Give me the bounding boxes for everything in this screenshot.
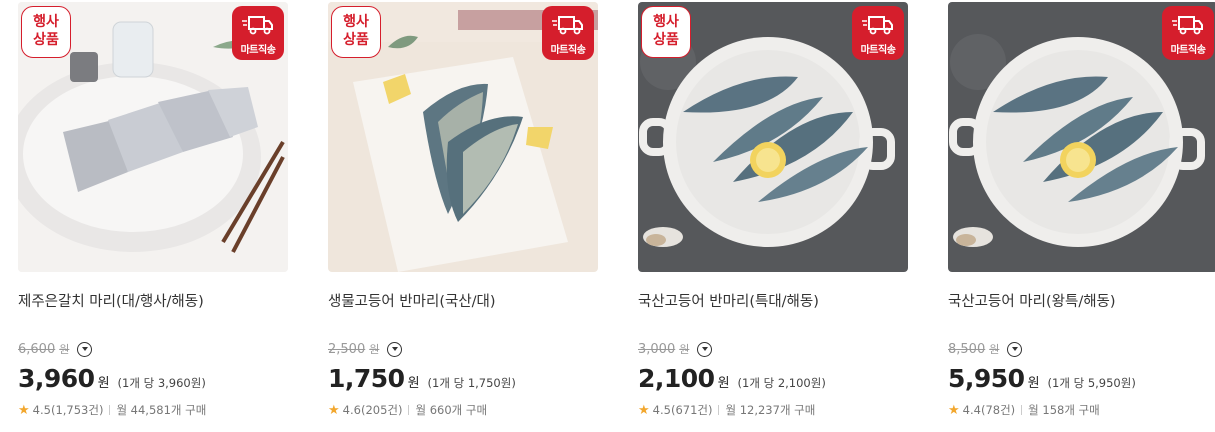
mart-delivery-label: 마트직송 xyxy=(860,45,896,56)
original-price-value: 3,000 xyxy=(638,341,676,357)
divider xyxy=(718,405,720,415)
sale-price-value: 5,950 xyxy=(948,364,1025,393)
product-card[interactable]: 행사 상품 마트직송 생물고등어 반마리(국산/대) 2,500 원 1,750 xyxy=(328,2,598,430)
original-price-value: 6,600 xyxy=(18,341,56,357)
sale-price: 5,950 원 (1개 당 5,950원) xyxy=(948,364,1136,393)
sale-price-value: 3,960 xyxy=(18,364,95,393)
unit-price: (1개 당 5,950원) xyxy=(1047,376,1136,390)
original-price: 3,000 원 xyxy=(638,339,713,359)
event-badge: 행사 상품 xyxy=(641,6,691,58)
product-image[interactable]: 행사 상품 마트직송 xyxy=(18,2,288,272)
monthly-purchases: 월 12,237개 구매 xyxy=(725,403,816,417)
product-card[interactable]: 마트직송 국산고등어 마리(왕특/해동) 8,500 원 5,950 원 (1개… xyxy=(948,2,1215,430)
event-badge: 행사 상품 xyxy=(21,6,71,58)
mart-delivery-badge: 마트직송 xyxy=(542,6,594,60)
review-count[interactable]: (671건) xyxy=(671,402,713,418)
chevron-down-icon[interactable] xyxy=(77,341,93,357)
original-price-unit: 원 xyxy=(679,343,690,356)
star-icon: ★ xyxy=(18,402,30,418)
chevron-down-icon[interactable] xyxy=(1007,341,1023,357)
product-image[interactable]: 행사 상품 마트직송 xyxy=(638,2,908,272)
divider xyxy=(1021,405,1023,415)
rating-value: 4.4 xyxy=(962,403,981,417)
unit-price: (1개 당 1,750원) xyxy=(427,376,516,390)
monthly-purchases: 월 44,581개 구매 xyxy=(116,403,207,417)
original-price-value: 8,500 xyxy=(948,341,986,357)
star-icon: ★ xyxy=(948,402,960,418)
sale-price-unit: 원 xyxy=(97,376,110,391)
original-price: 2,500 원 xyxy=(328,339,403,359)
sale-price: 2,100 원 (1개 당 2,100원) xyxy=(638,364,826,393)
unit-price: (1개 당 3,960원) xyxy=(117,376,206,390)
rating-row: ★ 4.6 (205건) 월 660개 구매 xyxy=(328,402,487,418)
mart-delivery-badge: 마트직송 xyxy=(852,6,904,60)
review-count[interactable]: (1,753건) xyxy=(51,402,103,418)
sale-price: 3,960 원 (1개 당 3,960원) xyxy=(18,364,206,393)
review-count[interactable]: (78건) xyxy=(981,402,1015,418)
rating-row: ★ 4.5 (671건) 월 12,237개 구매 xyxy=(638,402,815,418)
rating-row: ★ 4.4 (78건) 월 158개 구매 xyxy=(948,402,1100,418)
original-price: 8,500 원 xyxy=(948,339,1023,359)
sale-price-value: 1,750 xyxy=(328,364,405,393)
review-count[interactable]: (205건) xyxy=(361,402,403,418)
truck-icon xyxy=(862,16,893,35)
chevron-down-icon[interactable] xyxy=(697,341,713,357)
mart-delivery-label: 마트직송 xyxy=(550,45,586,56)
product-name[interactable]: 생물고등어 반마리(국산/대) xyxy=(328,290,496,311)
product-name[interactable]: 국산고등어 마리(왕특/해동) xyxy=(948,290,1116,311)
sale-price-value: 2,100 xyxy=(638,364,715,393)
rating-value: 4.5 xyxy=(32,403,51,417)
product-card[interactable]: 행사 상품 마트직송 제주은갈치 마리(대/행사/해동) 6,600 원 3,9… xyxy=(18,2,288,430)
original-price-unit: 원 xyxy=(989,343,1000,356)
rating-value: 4.6 xyxy=(342,403,361,417)
product-image[interactable]: 행사 상품 마트직송 xyxy=(328,2,598,272)
mart-delivery-badge: 마트직송 xyxy=(1162,6,1214,60)
truck-icon xyxy=(1172,16,1203,35)
sale-price: 1,750 원 (1개 당 1,750원) xyxy=(328,364,516,393)
original-price: 6,600 원 xyxy=(18,339,93,359)
star-icon: ★ xyxy=(328,402,340,418)
rating-value: 4.5 xyxy=(652,403,671,417)
truck-icon xyxy=(552,16,583,35)
mart-delivery-badge: 마트직송 xyxy=(232,6,284,60)
truck-icon xyxy=(242,16,273,35)
divider xyxy=(408,405,410,415)
star-icon: ★ xyxy=(638,402,650,418)
product-image[interactable]: 마트직송 xyxy=(948,2,1215,272)
product-grid: 행사 상품 마트직송 제주은갈치 마리(대/행사/해동) 6,600 원 3,9… xyxy=(0,0,1215,432)
sale-price-unit: 원 xyxy=(717,376,730,391)
rating-row: ★ 4.5 (1,753건) 월 44,581개 구매 xyxy=(18,402,206,418)
divider xyxy=(109,405,111,415)
product-card[interactable]: 행사 상품 마트직송 국산고등어 반마리(특대/해동) 3,000 원 2,10… xyxy=(638,2,908,430)
event-badge: 행사 상품 xyxy=(331,6,381,58)
sale-price-unit: 원 xyxy=(407,376,420,391)
unit-price: (1개 당 2,100원) xyxy=(737,376,826,390)
mart-delivery-label: 마트직송 xyxy=(240,45,276,56)
product-name[interactable]: 국산고등어 반마리(특대/해동) xyxy=(638,290,819,311)
original-price-value: 2,500 xyxy=(328,341,366,357)
product-name[interactable]: 제주은갈치 마리(대/행사/해동) xyxy=(18,290,204,311)
original-price-unit: 원 xyxy=(369,343,380,356)
mart-delivery-label: 마트직송 xyxy=(1170,45,1206,56)
sale-price-unit: 원 xyxy=(1027,376,1040,391)
monthly-purchases: 월 660개 구매 xyxy=(415,403,488,417)
chevron-down-icon[interactable] xyxy=(387,341,403,357)
monthly-purchases: 월 158개 구매 xyxy=(1028,403,1100,417)
original-price-unit: 원 xyxy=(59,343,70,356)
